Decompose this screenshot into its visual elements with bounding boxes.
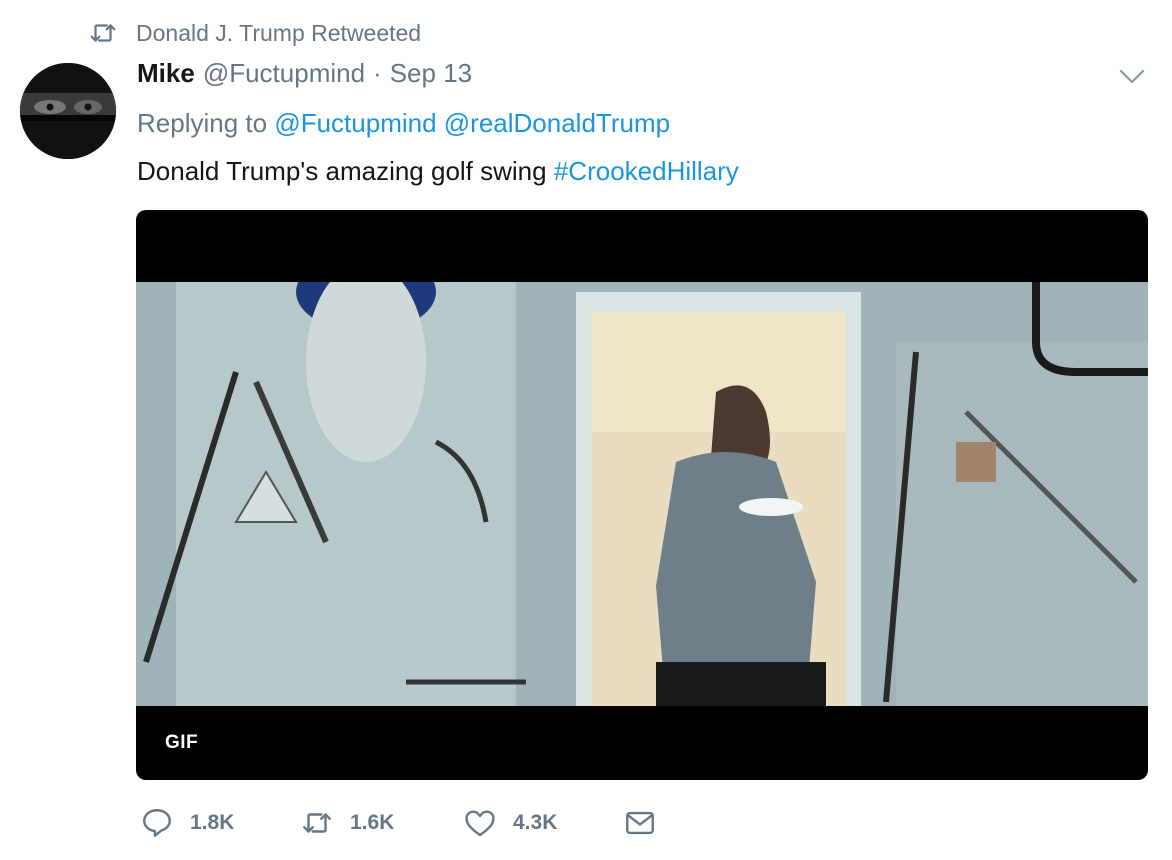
- tweet-body: Donald Trump's amazing golf swing: [137, 156, 547, 186]
- tweet-actions: 1.8K 1.6K 4.3K: [140, 806, 657, 840]
- like-button[interactable]: 4.3K: [463, 806, 623, 840]
- avatar[interactable]: [20, 63, 116, 159]
- reply-button[interactable]: 1.8K: [140, 806, 300, 840]
- retweet-icon: [90, 24, 116, 42]
- chevron-down-icon[interactable]: [1117, 65, 1147, 89]
- like-icon: [465, 810, 495, 837]
- tweet-header: Mike @Fuctupmind · Sep 13: [137, 58, 472, 89]
- replying-prefix: Replying to: [137, 108, 268, 138]
- retweet-context-label[interactable]: Donald J. Trump Retweeted: [136, 20, 421, 47]
- separator: ·: [373, 58, 382, 88]
- reply-icon: [143, 809, 171, 837]
- like-count: 4.3K: [513, 811, 558, 834]
- direct-message-icon: [626, 811, 654, 835]
- hashtag-link[interactable]: #CrookedHillary: [554, 156, 739, 186]
- tweet-timestamp[interactable]: Sep 13: [390, 58, 472, 89]
- retweet-count: 1.6K: [350, 811, 395, 834]
- retweet-button[interactable]: 1.6K: [300, 806, 463, 840]
- mention-link[interactable]: @Fuctupmind: [274, 108, 436, 138]
- mention-link[interactable]: @realDonaldTrump: [444, 108, 670, 138]
- retweet-icon: [303, 813, 331, 833]
- retweet-context: Donald J. Trump Retweeted: [88, 18, 421, 48]
- replying-to: Replying to @Fuctupmind @realDonaldTrump: [137, 108, 670, 139]
- tweet-text: Donald Trump's amazing golf swing #Crook…: [137, 156, 739, 187]
- gif-frame: [136, 282, 1148, 706]
- author-name[interactable]: Mike: [137, 58, 195, 89]
- gif-badge: GIF: [165, 732, 199, 753]
- direct-message-button[interactable]: [623, 806, 657, 840]
- gif-media[interactable]: GIF: [136, 210, 1148, 780]
- author-handle[interactable]: @Fuctupmind: [203, 58, 365, 89]
- reply-count: 1.8K: [190, 811, 235, 834]
